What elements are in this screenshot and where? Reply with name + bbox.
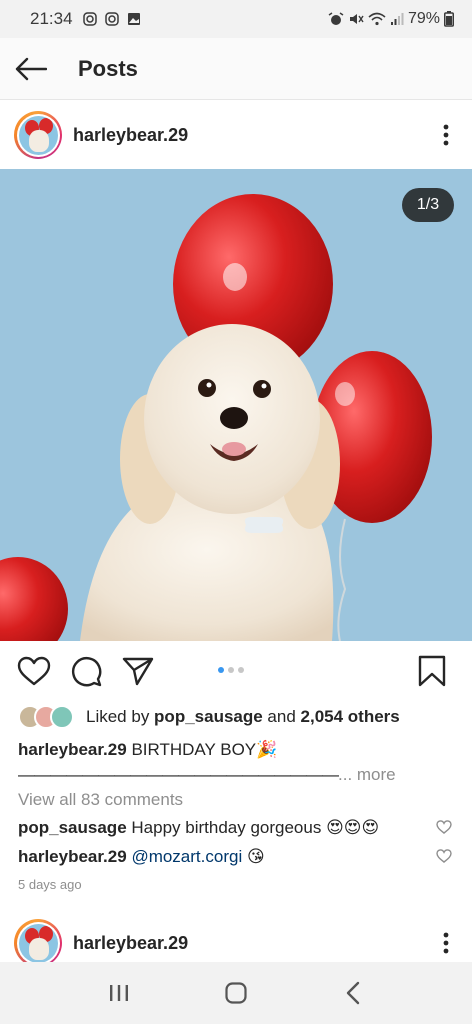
status-time: 21:34 [30,9,73,28]
post-caption: harleybear.29 BIRTHDAY BOY🎉 ————————————… [18,737,458,787]
home-button[interactable] [206,968,266,1018]
comment-text: Happy birthday gorgeous 😍😍😍 [131,818,380,837]
carousel-indicator [218,667,244,673]
mute-icon [349,14,364,24]
caption-text: BIRTHDAY BOY🎉 [131,740,278,759]
more-options-button[interactable] [420,109,472,161]
comment-text: 😘 [246,847,265,866]
likes-count[interactable]: 2,054 others [301,707,400,726]
comment-mention[interactable]: @mozart.corgi [131,847,242,867]
send-icon [122,657,154,686]
likes-row[interactable]: Liked by pop_sausage and 2,054 others [18,703,400,731]
avatar[interactable] [14,111,62,159]
more-vertical-icon [443,932,449,954]
comment-row: pop_sausage Happy birthday gorgeous 😍😍😍 [18,815,472,841]
caption-dashes: ———————————————————— [18,765,339,784]
post-username[interactable]: harleybear.29 [73,125,188,146]
comment-like-icon[interactable] [436,849,452,863]
bookmark-icon [418,655,446,687]
more-link[interactable]: ... more [338,765,396,784]
chevron-left-icon [347,981,360,1005]
likes-text: Liked by pop_sausage and 2,054 others [86,707,400,726]
app-bar: Posts [0,38,472,100]
wifi-icon [368,12,386,26]
comment-like-icon[interactable] [436,820,452,834]
post-username[interactable]: harleybear.29 [73,933,188,954]
share-button[interactable] [112,645,164,697]
signal-icon [390,13,404,25]
status-bar: 21:34 79% [0,0,472,38]
more-vertical-icon [443,124,449,146]
heart-icon [17,656,51,686]
liker-username[interactable]: pop_sausage [154,707,263,726]
like-button[interactable] [8,645,60,697]
recent-apps-button[interactable] [89,968,149,1018]
caption-username[interactable]: harleybear.29 [18,740,127,759]
post-header: harleybear.29 [0,102,472,168]
comment-username[interactable]: pop_sausage [18,818,127,838]
instagram-icon [82,12,97,26]
status-right: 79% [328,10,454,28]
system-back-button[interactable] [323,968,383,1018]
view-all-comments-link[interactable]: View all 83 comments [18,790,183,810]
avatar-image [18,923,58,963]
carousel-dot [238,667,244,673]
carousel-dot [218,667,224,673]
comment-icon [72,657,102,687]
page-title: Posts [78,55,138,81]
arrow-left-icon [15,57,47,80]
liker-avatar [50,705,74,729]
gallery-icon [127,13,140,25]
recent-apps-icon [109,985,128,1001]
carousel-dot [228,667,234,673]
back-button[interactable] [0,38,62,100]
avatar[interactable] [14,919,62,967]
comment-button[interactable] [60,645,112,697]
image-counter: 1/3 [402,188,454,222]
battery-icon [444,11,454,27]
post-actions [0,641,472,701]
avatar-image [18,115,58,155]
post-timestamp: 5 days ago [18,877,82,892]
instagram-icon [104,12,119,26]
comment-username[interactable]: harleybear.29 [18,847,127,867]
post-image[interactable]: 1/3 [0,169,472,641]
save-button[interactable] [406,645,458,697]
dog-with-balloons-photo [0,169,472,641]
comment-row: harleybear.29 @mozart.corgi 😘 [18,844,472,870]
home-icon [225,982,247,1004]
alarm-icon [328,12,344,25]
system-nav-bar [0,962,472,1024]
battery-percent: 79% [407,10,440,27]
